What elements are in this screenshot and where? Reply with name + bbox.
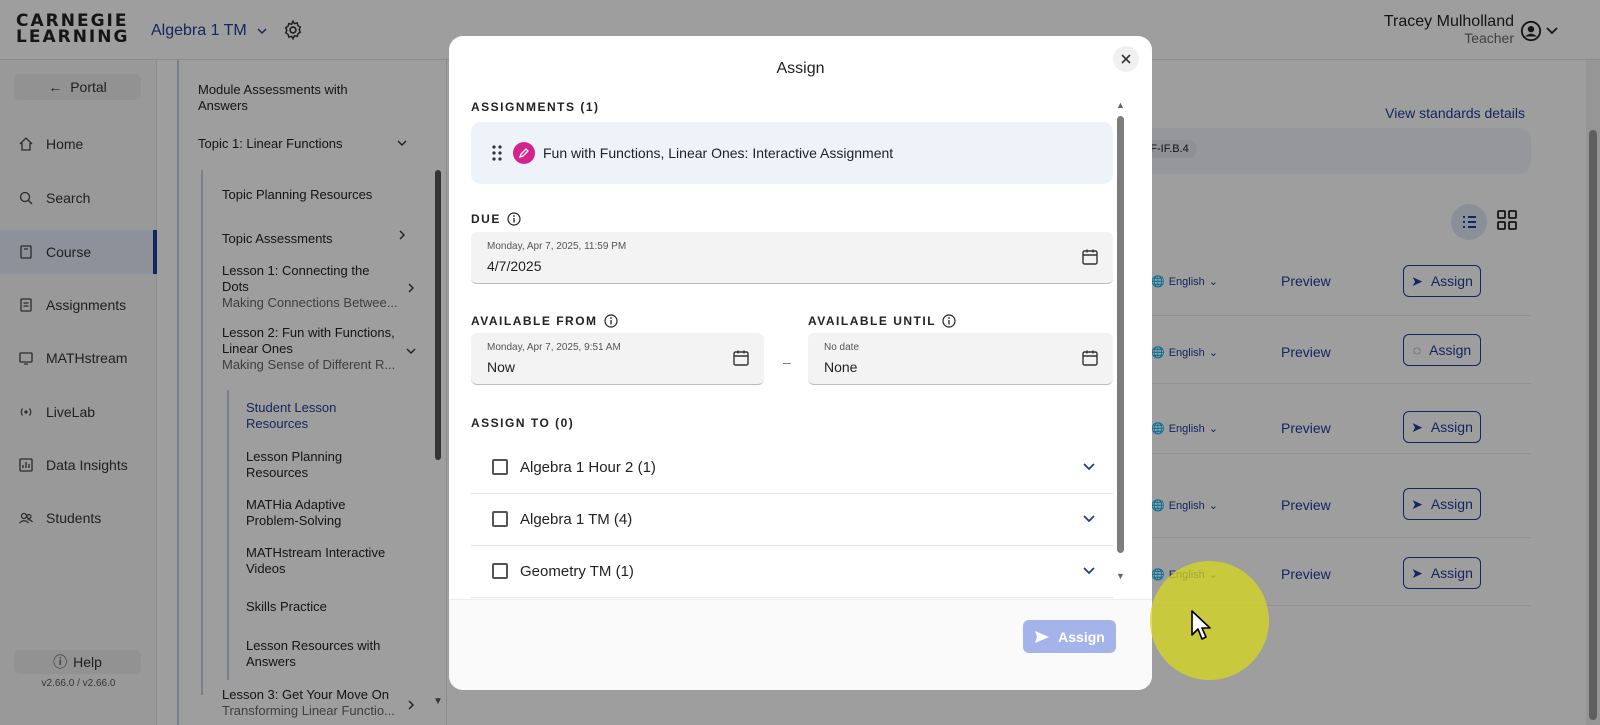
modal-title: Assign: [776, 60, 825, 77]
class-checkbox[interactable]: [492, 511, 508, 527]
scroll-up-icon[interactable]: ▲: [1116, 100, 1125, 110]
class-row[interactable]: Algebra 1 Hour 2 (1): [471, 442, 1113, 494]
send-icon: [1035, 630, 1050, 643]
due-date-field[interactable]: Monday, Apr 7, 2025, 11:59 PM 4/7/2025: [471, 232, 1113, 284]
chevron-down-icon[interactable]: [1083, 514, 1095, 524]
chevron-down-icon[interactable]: [1083, 566, 1095, 576]
available-from-label: AVAILABLE FROM: [471, 314, 618, 328]
due-label: DUE: [471, 212, 521, 226]
assign-submit-button[interactable]: Assign: [1023, 620, 1116, 653]
class-list: Algebra 1 Hour 2 (1) Algebra 1 TM (4) Ge…: [471, 442, 1113, 612]
chevron-down-icon[interactable]: [1083, 462, 1095, 472]
available-until-label: AVAILABLE UNTIL: [808, 314, 956, 328]
assignment-name: Fun with Functions, Linear Ones: Interac…: [543, 145, 894, 161]
info-icon[interactable]: [603, 314, 618, 328]
calendar-icon[interactable]: [1081, 248, 1099, 266]
calendar-icon[interactable]: [1081, 349, 1099, 367]
assignments-label: ASSIGNMENTS (1): [471, 100, 600, 114]
assign-to-label: ASSIGN TO (0): [471, 416, 575, 430]
assign-modal: Assign ASSIGNMENTS (1) Fun with Function…: [449, 36, 1152, 690]
date-range-dash: –: [783, 354, 791, 370]
class-checkbox[interactable]: [492, 563, 508, 579]
class-row[interactable]: Algebra 1 TM (4): [471, 494, 1113, 546]
calendar-icon[interactable]: [732, 349, 750, 367]
class-checkbox[interactable]: [492, 459, 508, 475]
close-icon: [1121, 54, 1131, 64]
info-icon[interactable]: [942, 314, 956, 328]
drag-handle-icon[interactable]: [491, 144, 503, 162]
close-button[interactable]: [1113, 46, 1139, 72]
info-icon[interactable]: [507, 212, 521, 226]
modal-scrollbar[interactable]: [1117, 116, 1124, 553]
modal-footer: Assign: [449, 599, 1152, 690]
class-row[interactable]: Geometry TM (1): [471, 546, 1113, 598]
available-from-field[interactable]: Monday, Apr 7, 2025, 9:51 AM Now: [471, 333, 764, 385]
available-until-field[interactable]: No date None: [808, 333, 1113, 385]
mouse-pointer-icon: [1191, 610, 1211, 640]
scroll-down-icon[interactable]: ▼: [1116, 571, 1125, 581]
pencil-icon: [513, 142, 535, 164]
assignment-card: Fun with Functions, Linear Ones: Interac…: [471, 122, 1113, 184]
